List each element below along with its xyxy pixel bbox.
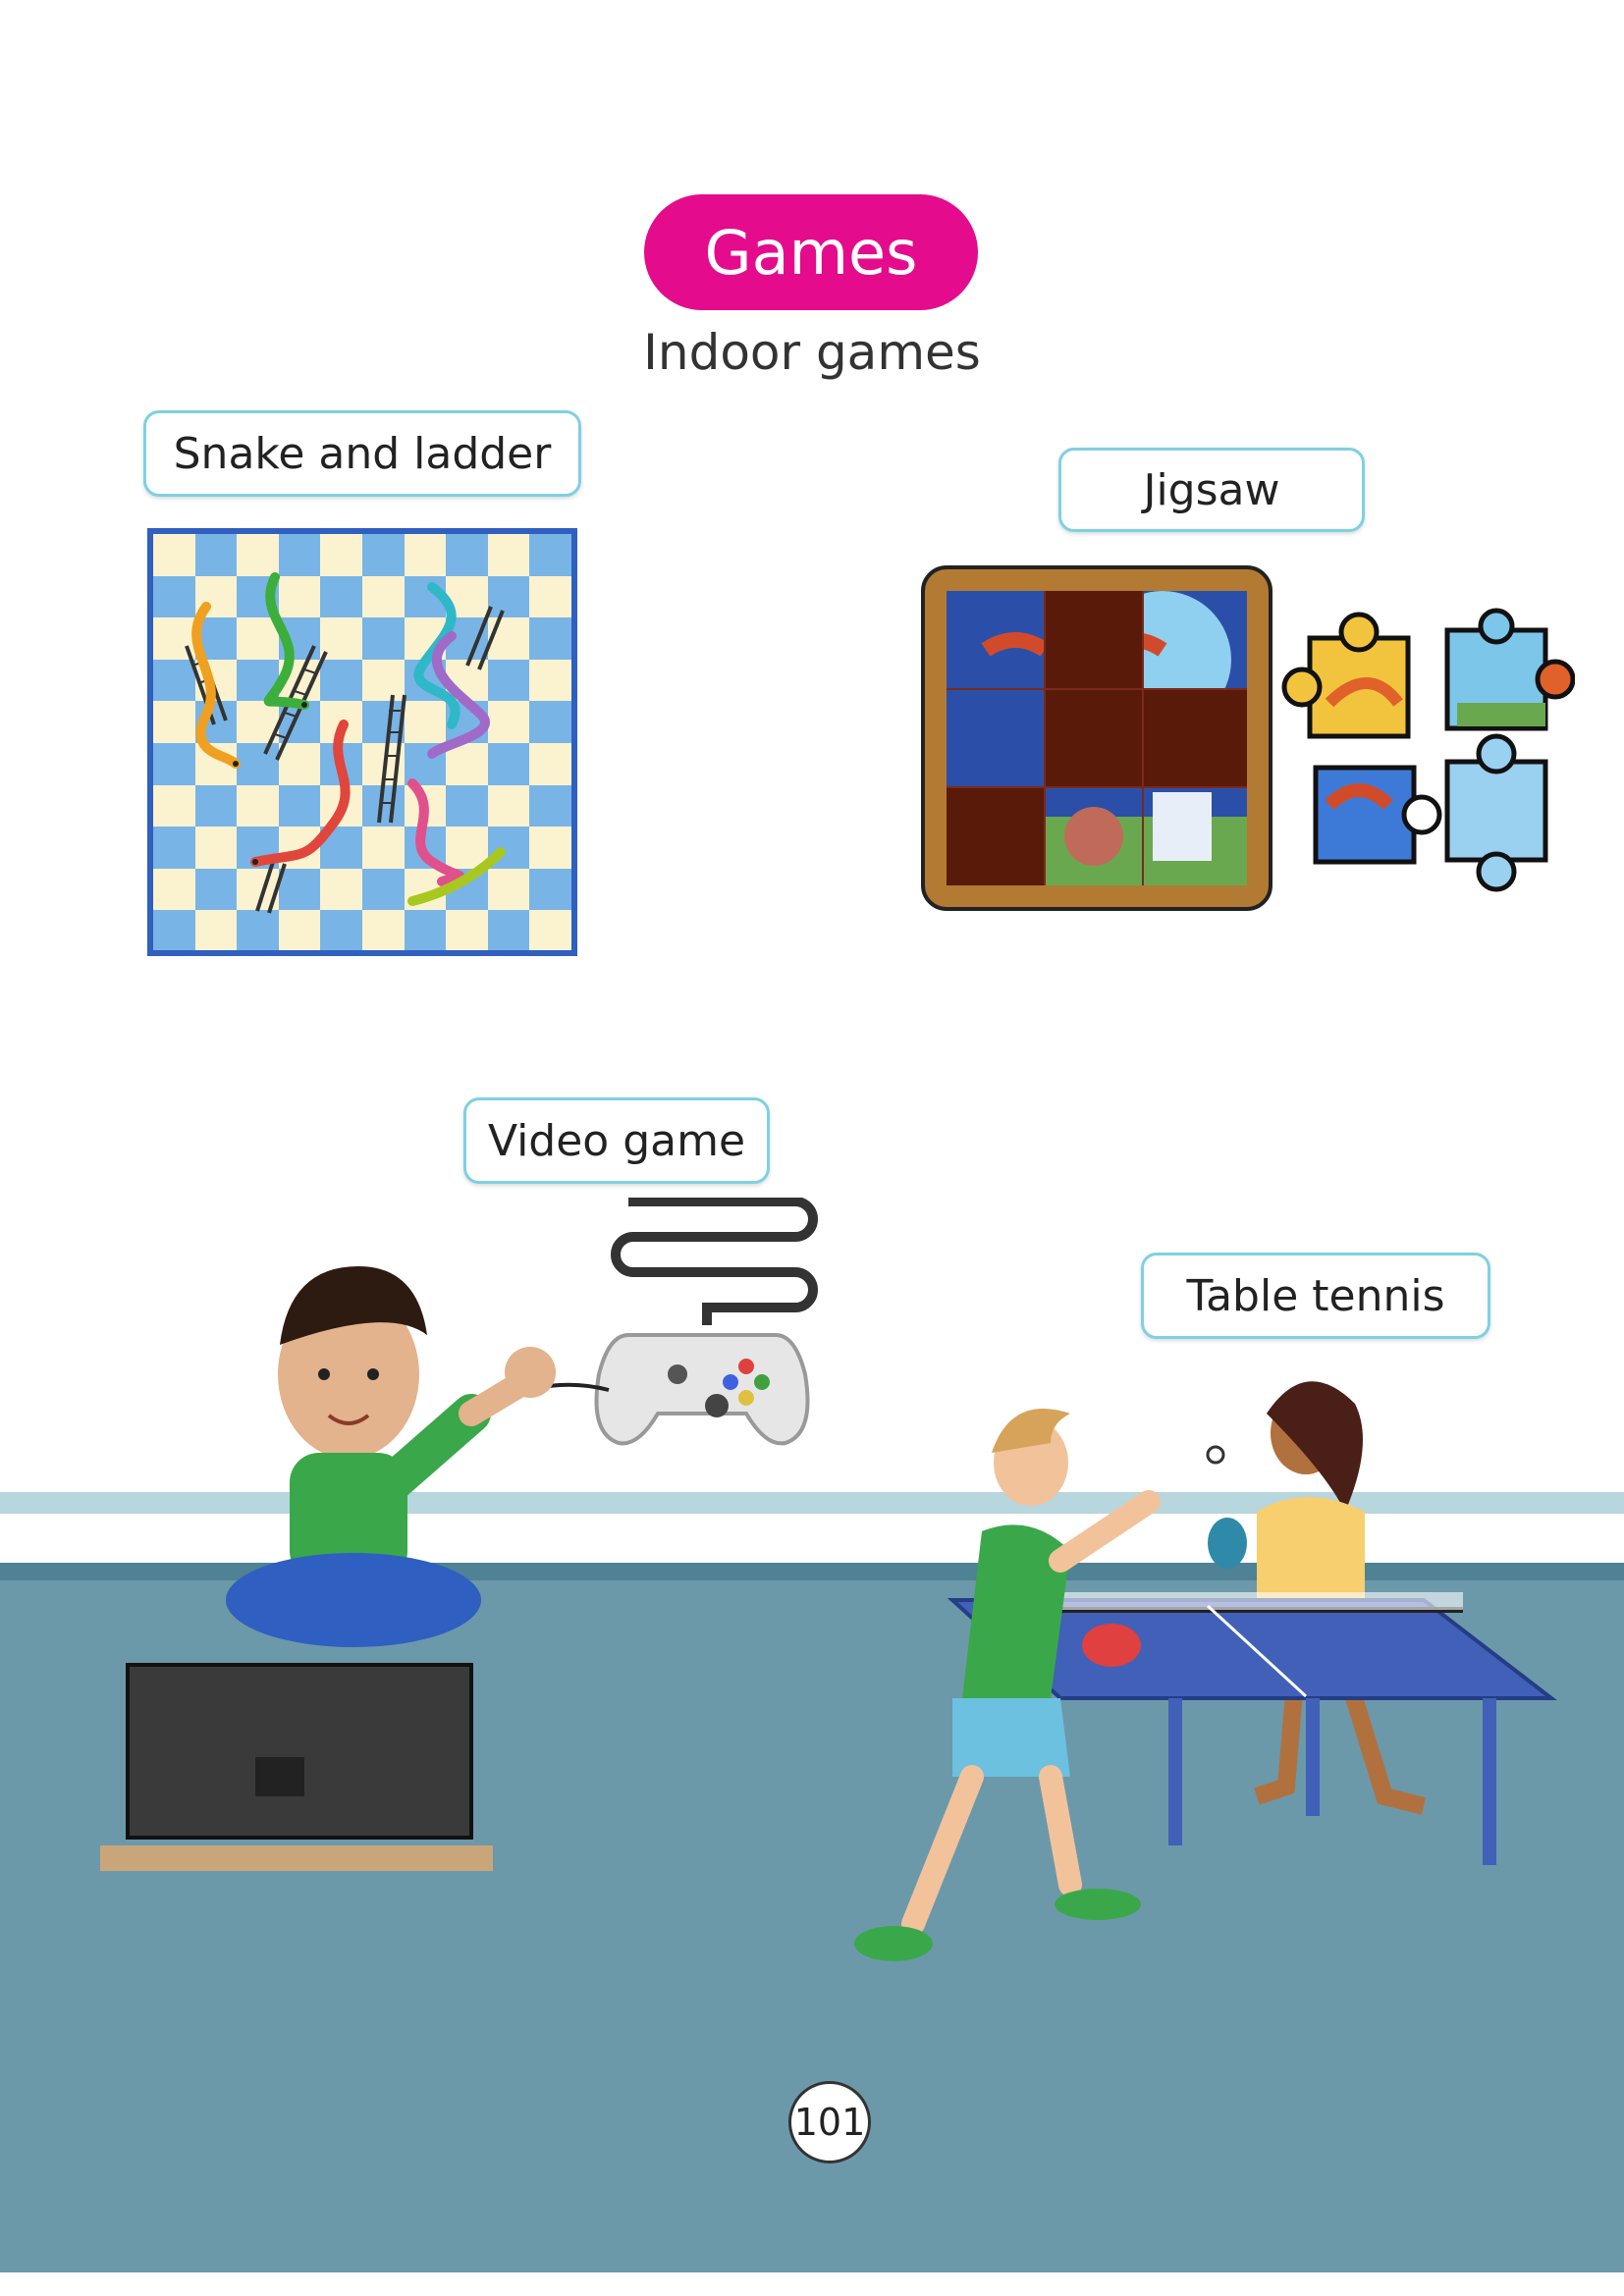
label-video-game: Video game bbox=[463, 1097, 770, 1184]
ping-pong-ball-icon bbox=[1206, 1445, 1225, 1465]
label-snake-and-ladder: Snake and ladder bbox=[143, 410, 581, 497]
jigsaw-loose-pieces bbox=[1281, 608, 1575, 892]
label-jigsaw: Jigsaw bbox=[1058, 448, 1365, 532]
jigsaw-image bbox=[947, 591, 1247, 885]
jigsaw-frame bbox=[921, 565, 1272, 911]
table-tennis-scene bbox=[854, 1381, 1557, 1961]
video-game-scene bbox=[100, 1198, 818, 1871]
snake-ladder-board bbox=[147, 528, 577, 956]
game-controller-icon bbox=[594, 1333, 810, 1446]
page-title: Games bbox=[644, 194, 978, 310]
page-number: 101 bbox=[788, 2081, 871, 2163]
label-table-tennis: Table tennis bbox=[1141, 1253, 1490, 1339]
snakes-and-ladders-illustration bbox=[185, 572, 506, 914]
page-subtitle: Indoor games bbox=[643, 324, 981, 381]
jigsaw-puzzle-board bbox=[947, 591, 1247, 885]
